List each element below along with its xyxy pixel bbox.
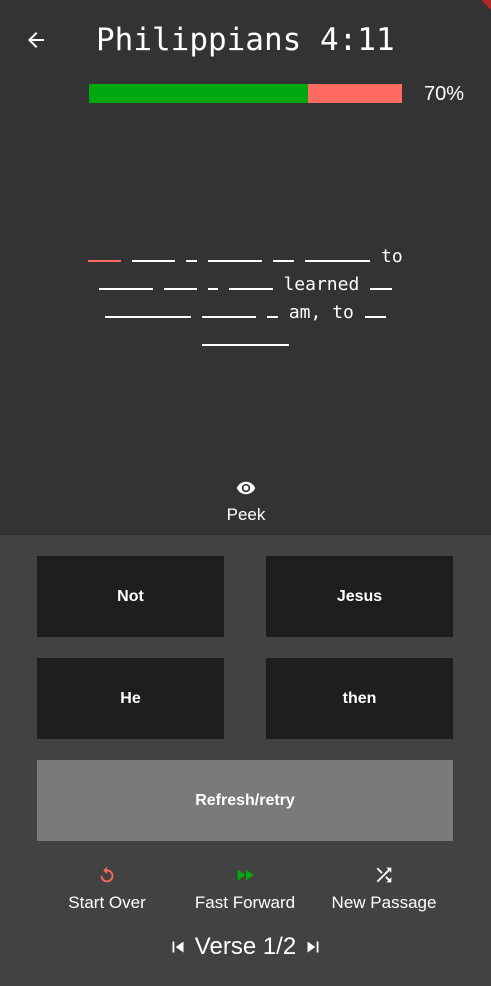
shuffle-icon [376,867,392,883]
page-title: Philippians 4:11 [96,22,395,58]
choice-button-not[interactable]: Not [37,556,224,637]
arrow-left-icon [28,32,44,48]
peek-button[interactable]: Peek [215,478,277,525]
fast-forward-button[interactable]: Fast Forward [175,864,315,913]
word-blank [99,273,154,290]
verse-word: am, [288,302,322,323]
start-over-button[interactable]: Start Over [37,864,177,913]
choice-button-he[interactable]: He [37,658,224,739]
verse-line: to [60,243,431,271]
progress-bar [89,84,402,103]
skip-next-icon[interactable] [302,936,324,958]
word-blank [202,329,289,346]
word-blank [272,245,295,262]
verse-word: to [332,302,354,323]
word-blank [164,273,197,290]
verse-navigator: Verse 1/2 [0,931,491,963]
word-blank [207,245,262,262]
back-button[interactable] [18,22,54,58]
new-passage-button[interactable]: New Passage [314,864,454,913]
choice-button-jesus[interactable]: Jesus [266,556,453,637]
current-blank [88,245,121,262]
verse-line [60,327,431,355]
skip-previous-icon[interactable] [167,936,189,958]
verse-line: am, to [60,299,431,327]
word-blank [370,273,392,290]
word-blank [131,245,176,262]
word-blank [202,301,257,318]
choice-button-then[interactable]: then [266,658,453,739]
verse-word: learned [283,274,360,295]
progress-percent: 70% [424,83,465,105]
refresh-retry-button[interactable]: Refresh/retry [37,760,453,841]
new-passage-label: New Passage [331,893,437,912]
start-over-label: Start Over [68,893,146,912]
peek-label: Peek [226,505,266,524]
verse-line: learned [60,271,431,299]
word-blank [229,273,273,290]
verse-counter: Verse 1/2 [194,933,297,960]
restart-icon [100,866,114,883]
word-blank [364,301,387,318]
word-blank [267,301,278,318]
fast-forward-icon [237,869,254,881]
word-blank [185,245,197,262]
debug-banner-corner [481,0,491,10]
word-blank [207,273,219,290]
word-blank [104,301,192,318]
word-blank [305,245,371,262]
verse-word: to [380,246,403,267]
eye-icon [236,481,256,495]
progress-fill [89,84,309,103]
verse-text: to learned am, to [60,243,431,355]
fast-forward-label: Fast Forward [194,893,296,912]
